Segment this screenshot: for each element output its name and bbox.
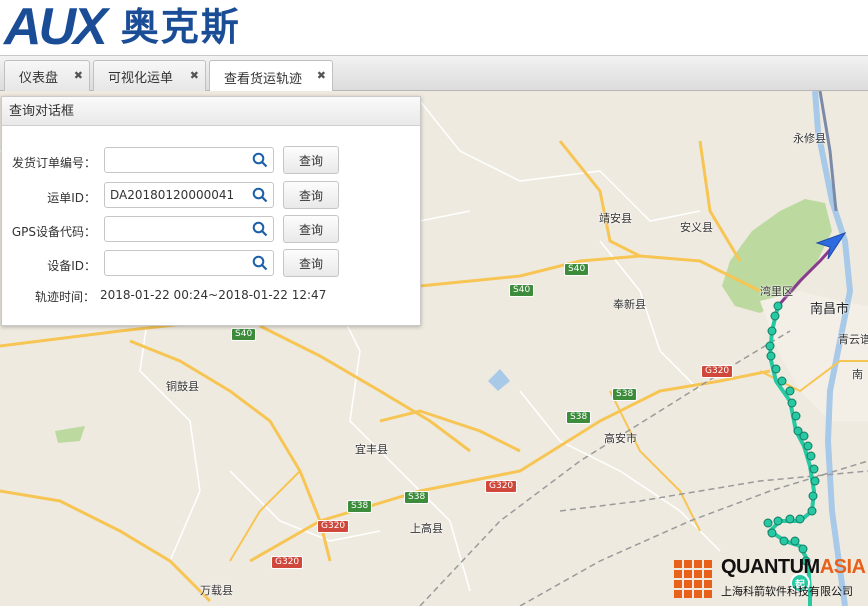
- brand-part-b: ASIA: [819, 556, 866, 578]
- lake: [488, 369, 510, 391]
- tab-visual-waybill[interactable]: 可视化运单 ✖: [93, 60, 206, 92]
- tab-dashboard[interactable]: 仪表盘 ✖: [4, 60, 90, 92]
- search-icon[interactable]: [252, 152, 268, 168]
- tab-view-freight-track[interactable]: 查看货运轨迹 ✖: [209, 60, 333, 93]
- field-row-order-no: 发货订单编号： 查询: [2, 146, 422, 175]
- place-label: 南: [852, 368, 863, 381]
- logo-cn-text: 奥克斯: [120, 5, 241, 49]
- logo-latin-text: AUX: [4, 0, 108, 56]
- brand-part-a: QUANTUM: [721, 556, 820, 578]
- tab-label: 可视化运单: [108, 71, 174, 86]
- place-label: 靖安县: [599, 212, 632, 225]
- order-no-input[interactable]: [104, 147, 274, 173]
- road-badge: S40: [509, 284, 535, 297]
- dialog-title: 查询对话框: [2, 97, 420, 126]
- search-icon[interactable]: [252, 187, 268, 203]
- place-label: 南昌市: [810, 302, 850, 317]
- tab-close-icon[interactable]: ✖: [190, 69, 199, 82]
- field-label: GPS设备代码：: [11, 225, 96, 239]
- gps-code-input[interactable]: [104, 216, 274, 242]
- road-badge: G320: [271, 556, 304, 569]
- field-row-device-id: 设备ID： 查询: [2, 249, 422, 278]
- road-badge: G320: [317, 520, 350, 533]
- aux-logo: AUX 奥克斯: [4, 0, 241, 54]
- road-badge: G320: [485, 480, 518, 493]
- query-dialog: 查询对话框 发货订单编号： 查询 运单ID： 查询 GPS设备代码： 查询 设备…: [1, 96, 421, 326]
- tab-label: 仪表盘: [19, 71, 59, 86]
- watermark-company: 上海科箭软件科技有限公司: [721, 585, 853, 598]
- device-id-input[interactable]: [104, 250, 274, 276]
- field-label: 设备ID：: [47, 259, 96, 273]
- track-time-label: 轨迹时间：: [35, 290, 96, 304]
- place-label: 万载县: [200, 584, 233, 597]
- search-icon[interactable]: [252, 255, 268, 271]
- road-badge: S38: [566, 411, 592, 424]
- watermark-brand: QUANTUMASIA: [721, 556, 866, 579]
- field-row-gps-code: GPS设备代码： 查询: [2, 215, 422, 244]
- place-label: 宜丰县: [355, 443, 388, 456]
- place-label: 上高县: [410, 522, 443, 535]
- field-label: 运单ID：: [47, 191, 96, 205]
- company-watermark: QUANTUMASIA 上海科箭软件科技有限公司: [672, 556, 868, 606]
- search-icon[interactable]: [252, 221, 268, 237]
- forest-patch: [55, 426, 85, 443]
- place-label: 铜鼓县: [166, 380, 199, 393]
- road-badge: G320: [701, 365, 734, 378]
- place-label: 永修县: [793, 132, 826, 145]
- road-badge: S40: [564, 263, 590, 276]
- tab-bar: 仪表盘 ✖ 可视化运单 ✖ 查看货运轨迹 ✖: [0, 55, 868, 93]
- field-row-waybill-id: 运单ID： 查询: [2, 181, 422, 210]
- place-label: 安义县: [680, 221, 713, 234]
- query-order-button[interactable]: 查询: [283, 146, 339, 174]
- place-label: 高安市: [604, 432, 637, 445]
- tab-close-icon[interactable]: ✖: [74, 69, 83, 82]
- query-waybill-button[interactable]: 查询: [283, 181, 339, 209]
- place-label: 奉新县: [613, 298, 646, 311]
- road-badge: S38: [612, 388, 638, 401]
- tab-label: 查看货运轨迹: [224, 71, 303, 87]
- place-label: 湾里区: [760, 285, 793, 298]
- road-badge: S38: [404, 491, 430, 504]
- field-label: 发货订单编号：: [11, 156, 96, 170]
- road-badge: S38: [347, 500, 373, 513]
- waybill-id-input[interactable]: [104, 182, 274, 208]
- app-header: AUX 奥克斯: [0, 0, 868, 56]
- track-time-value: 2018-01-22 00:24~2018-01-22 12:47: [100, 288, 327, 302]
- query-gps-button[interactable]: 查询: [283, 215, 339, 243]
- quantum-logo-icon: [674, 560, 712, 598]
- tab-close-icon[interactable]: ✖: [317, 69, 326, 82]
- road-badge: S40: [231, 328, 257, 341]
- query-device-button[interactable]: 查询: [283, 249, 339, 277]
- place-label: 青云谱: [838, 333, 868, 346]
